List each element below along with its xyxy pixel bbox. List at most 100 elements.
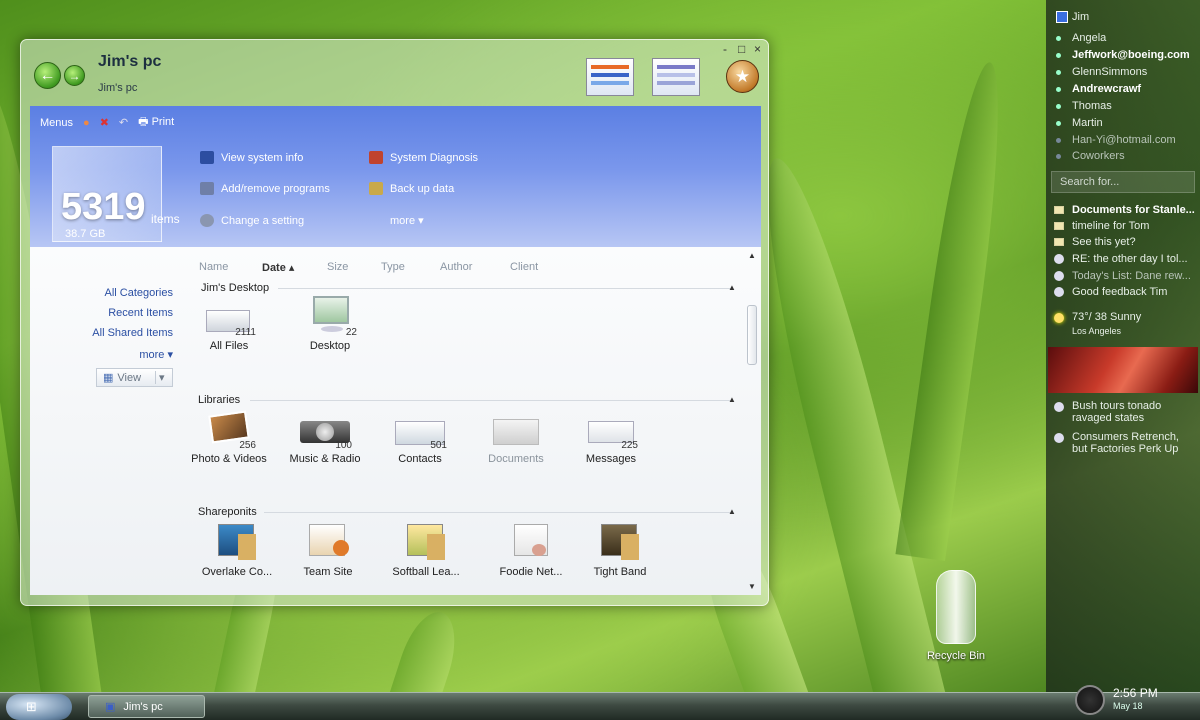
group-title-shareponits: Shareponits (198, 506, 257, 518)
contact-item[interactable]: Angela (1072, 32, 1106, 44)
scroll-up-icon[interactable]: ▲ (748, 251, 756, 260)
item-count-badge: 100 (335, 440, 352, 451)
storage-size: 38.7 GB (65, 228, 106, 240)
sidebar-user[interactable]: Jim (1072, 11, 1089, 23)
news-headline[interactable]: Bush tours tonado ravaged states (1072, 400, 1161, 424)
contact-group[interactable]: Coworkers (1072, 150, 1125, 162)
item-messages[interactable]: 225 Messages (566, 409, 656, 465)
recent-window-thumbnail[interactable] (586, 58, 634, 96)
item-foodie-net[interactable]: Foodie Net... (486, 522, 576, 578)
recycle-bin-label: Recycle Bin (926, 650, 986, 662)
message-item[interactable]: Good feedback Tim (1072, 286, 1167, 298)
message-item[interactable]: Documents for Stanle... (1072, 204, 1195, 216)
favorites-button[interactable]: ★ (726, 60, 759, 93)
item-count-badge: 2111 (235, 327, 256, 338)
item-tight-band[interactable]: Tight Band (575, 522, 665, 578)
clock-time[interactable]: 2:56 PM (1113, 686, 1158, 700)
messenger-icon (1056, 11, 1068, 23)
task-view-system-info[interactable]: View system info (200, 151, 303, 164)
contact-item[interactable]: Andrewcrawf (1072, 83, 1141, 95)
view-label: View (117, 371, 142, 384)
pin-icon[interactable]: ● (83, 117, 90, 129)
contact-item[interactable]: Jeffwork@boeing.com (1072, 49, 1190, 61)
news-line: Bush tours tonado (1072, 400, 1162, 412)
message-item[interactable]: See this yet? (1072, 236, 1136, 248)
message-item[interactable]: RE: the other day I tol... (1072, 253, 1188, 265)
task-label: more ▾ (390, 215, 424, 227)
item-label: Tight Band (593, 566, 647, 578)
item-music-radio[interactable]: 100 Music & Radio (280, 409, 370, 465)
close-button[interactable]: × (754, 42, 761, 56)
nav-all-categories[interactable]: All Categories (105, 287, 173, 299)
forward-button[interactable]: → (64, 65, 85, 86)
window-icon: ▣ (105, 701, 116, 713)
column-author[interactable]: Author (440, 261, 472, 273)
contact-item[interactable]: Martin (1072, 117, 1103, 129)
collapse-group-icon[interactable]: ▲ (728, 283, 736, 292)
nav-all-shared-items[interactable]: All Shared Items (92, 327, 173, 339)
item-softball[interactable]: Softball Lea... (381, 522, 471, 578)
task-add-remove-programs[interactable]: Add/remove programs (200, 182, 330, 195)
task-system-diagnosis[interactable]: System Diagnosis (369, 151, 478, 164)
contact-item[interactable]: Thomas (1072, 100, 1112, 112)
item-contacts[interactable]: 501 Contacts (375, 409, 465, 465)
contact-item[interactable]: Han-Yi@hotmail.com (1072, 134, 1176, 146)
nav-more[interactable]: more ▾ (139, 348, 173, 361)
item-documents[interactable]: Documents (471, 409, 561, 465)
taskbar-item[interactable]: ▣ Jim's pc (88, 695, 205, 718)
collapse-group-icon[interactable]: ▲ (728, 507, 736, 516)
delete-icon[interactable]: ✖ (100, 116, 109, 129)
view-button[interactable]: ▦ View ▾ (96, 368, 173, 387)
back-button[interactable]: ← (34, 62, 61, 89)
item-label: Softball Lea... (392, 566, 460, 578)
item-desktop[interactable]: 22 Desktop (285, 296, 375, 352)
task-change-setting[interactable]: Change a setting (200, 214, 304, 227)
task-more[interactable]: more ▾ (390, 214, 424, 227)
news-icon (1054, 402, 1064, 412)
item-overlake[interactable]: Overlake Co... (192, 522, 282, 578)
presence-dot (1056, 87, 1061, 92)
title-bar: ← → Jim's pc Jim's pc ★ - □ × (21, 40, 768, 106)
news-icon (1054, 433, 1064, 443)
undo-icon[interactable]: ↶ (119, 116, 128, 129)
recent-window-thumbnail[interactable] (652, 58, 700, 96)
maximize-button[interactable]: □ (738, 42, 745, 56)
column-client[interactable]: Client (510, 261, 538, 273)
divider (264, 512, 731, 513)
menus-button[interactable]: Menus (40, 117, 73, 129)
item-count: 5319 (61, 186, 146, 228)
vertical-scrollbar[interactable]: ▲ ▼ (747, 251, 757, 591)
item-label: Contacts (398, 453, 442, 465)
start-button[interactable]: ⊞ (6, 694, 72, 720)
site-page-icon (502, 522, 560, 562)
column-size[interactable]: Size (327, 261, 348, 273)
message-item[interactable]: Today's List: Dane rew... (1072, 270, 1191, 282)
slideshow-image[interactable] (1048, 347, 1198, 393)
collapse-group-icon[interactable]: ▲ (728, 395, 736, 404)
menu-bar: Menus ● ✖ ↶ 🖶 Print (40, 113, 174, 132)
column-name[interactable]: Name (199, 261, 228, 273)
contact-item[interactable]: GlennSimmons (1072, 66, 1147, 78)
print-label: Print (151, 116, 175, 128)
item-photo-videos[interactable]: 256 Photo & Videos (184, 409, 274, 465)
news-headline[interactable]: Consumers Retrench, but Factories Perk U… (1072, 431, 1179, 455)
recycle-bin[interactable]: Recycle Bin (920, 570, 992, 662)
sidebar-search-input[interactable]: Search for... (1051, 171, 1195, 193)
item-team-site[interactable]: Team Site (283, 522, 373, 578)
presence-dot (1056, 121, 1061, 126)
scroll-down-icon[interactable]: ▼ (748, 582, 756, 591)
task-back-up-data[interactable]: Back up data (369, 182, 454, 195)
presence-dot (1056, 154, 1061, 159)
item-label: All Files (209, 340, 249, 352)
column-type[interactable]: Type (381, 261, 405, 273)
site-folder-icon (208, 522, 266, 562)
item-all-files[interactable]: 2111 All Files (184, 296, 274, 352)
presence-dot (1056, 104, 1061, 109)
message-item[interactable]: timeline for Tom (1072, 220, 1149, 232)
scrollbar-thumb[interactable] (747, 305, 757, 365)
minimize-button[interactable]: - (723, 42, 727, 56)
nav-recent-items[interactable]: Recent Items (108, 307, 173, 319)
print-button[interactable]: 🖶 Print (138, 113, 174, 132)
column-date[interactable]: Date ▴ (262, 261, 294, 274)
settings-icon (200, 214, 214, 227)
